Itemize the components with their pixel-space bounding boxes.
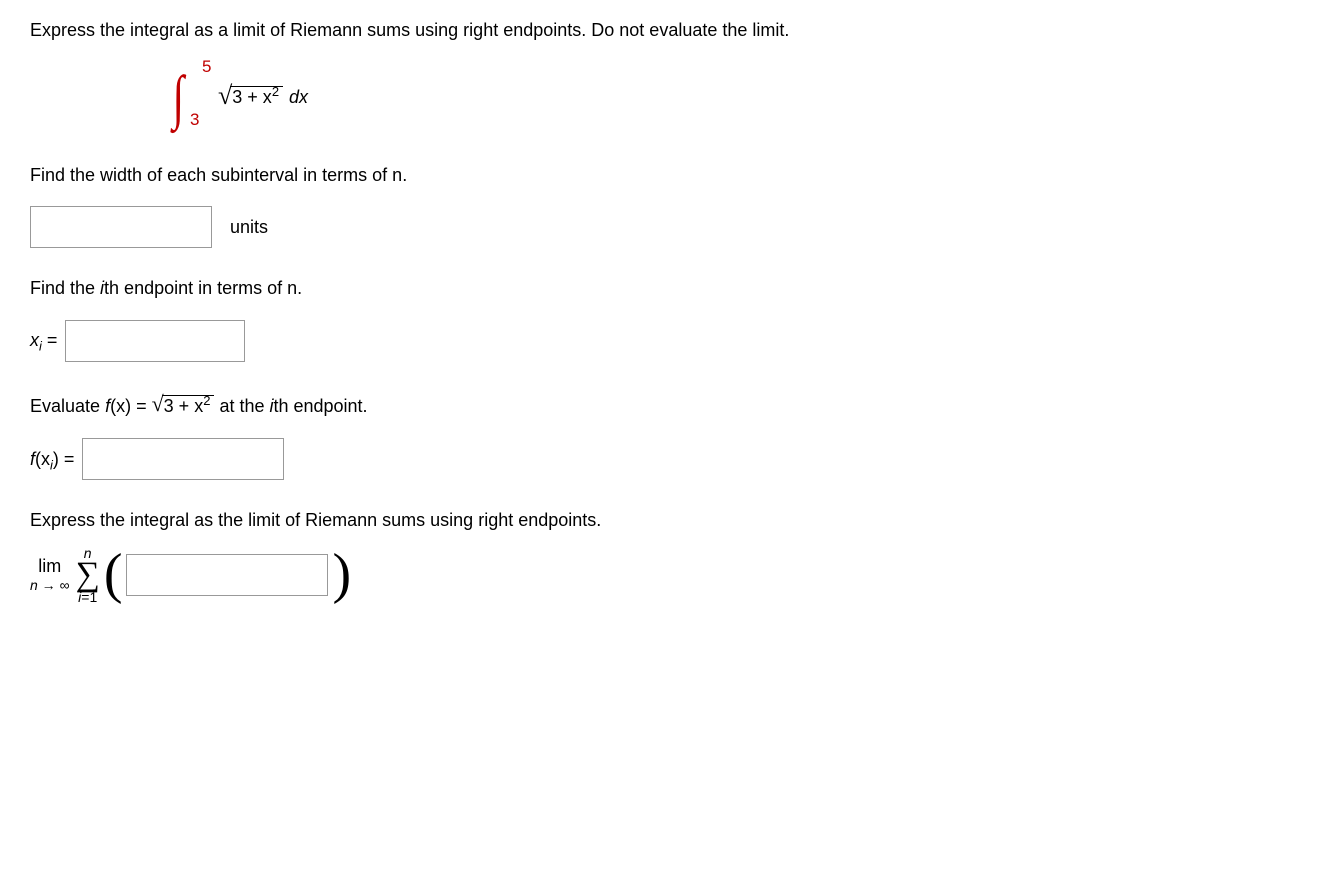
limit-notation: lim n → ∞ [30,554,70,595]
sqrt-icon: √ [152,391,164,416]
dx: dx [289,85,308,110]
integral-sign-icon: ∫ [172,55,184,139]
intro-text: Express the integral as a limit of Riema… [30,18,1294,43]
q2-prompt: Find the ith endpoint in terms of n. [30,276,1294,301]
sqrt-icon: √ [218,78,232,114]
q3-prompt: Evaluate f(x) = √3 + x2 at the ith endpo… [30,390,1294,421]
sigma-icon: ∑ [76,560,100,591]
q4-answer-row: lim n → ∞ n ∑ i=1 ( ) [30,546,1294,605]
integral-upper-limit: 5 [202,55,211,79]
left-paren-icon: ( [104,552,123,597]
fxi-label: f(xi) = [30,447,74,472]
right-paren-icon: ) [332,552,351,597]
xi-label: xi = [30,328,57,353]
q3-answer-row: f(xi) = [30,438,1294,480]
q4-prompt: Express the integral as the limit of Rie… [30,508,1294,533]
integrand: √ 3 + x2 dx [218,79,308,115]
q1-prompt: Find the width of each subinterval in te… [30,163,1294,188]
width-input[interactable] [30,206,212,248]
radicand: 3 + x2 [230,86,283,109]
integral-expression: ∫ 5 3 √ 3 + x2 dx [170,63,1294,133]
q2-answer-row: xi = [30,320,1294,362]
q1-answer-row: units [30,206,1294,248]
fxi-input[interactable] [82,438,284,480]
question-container: Express the integral as a limit of Riema… [30,18,1294,604]
units-label: units [230,215,268,240]
summand-input[interactable] [126,554,328,596]
sigma-notation: n ∑ i=1 [76,546,100,605]
endpoint-input[interactable] [65,320,245,362]
integral-lower-limit: 3 [190,108,199,132]
